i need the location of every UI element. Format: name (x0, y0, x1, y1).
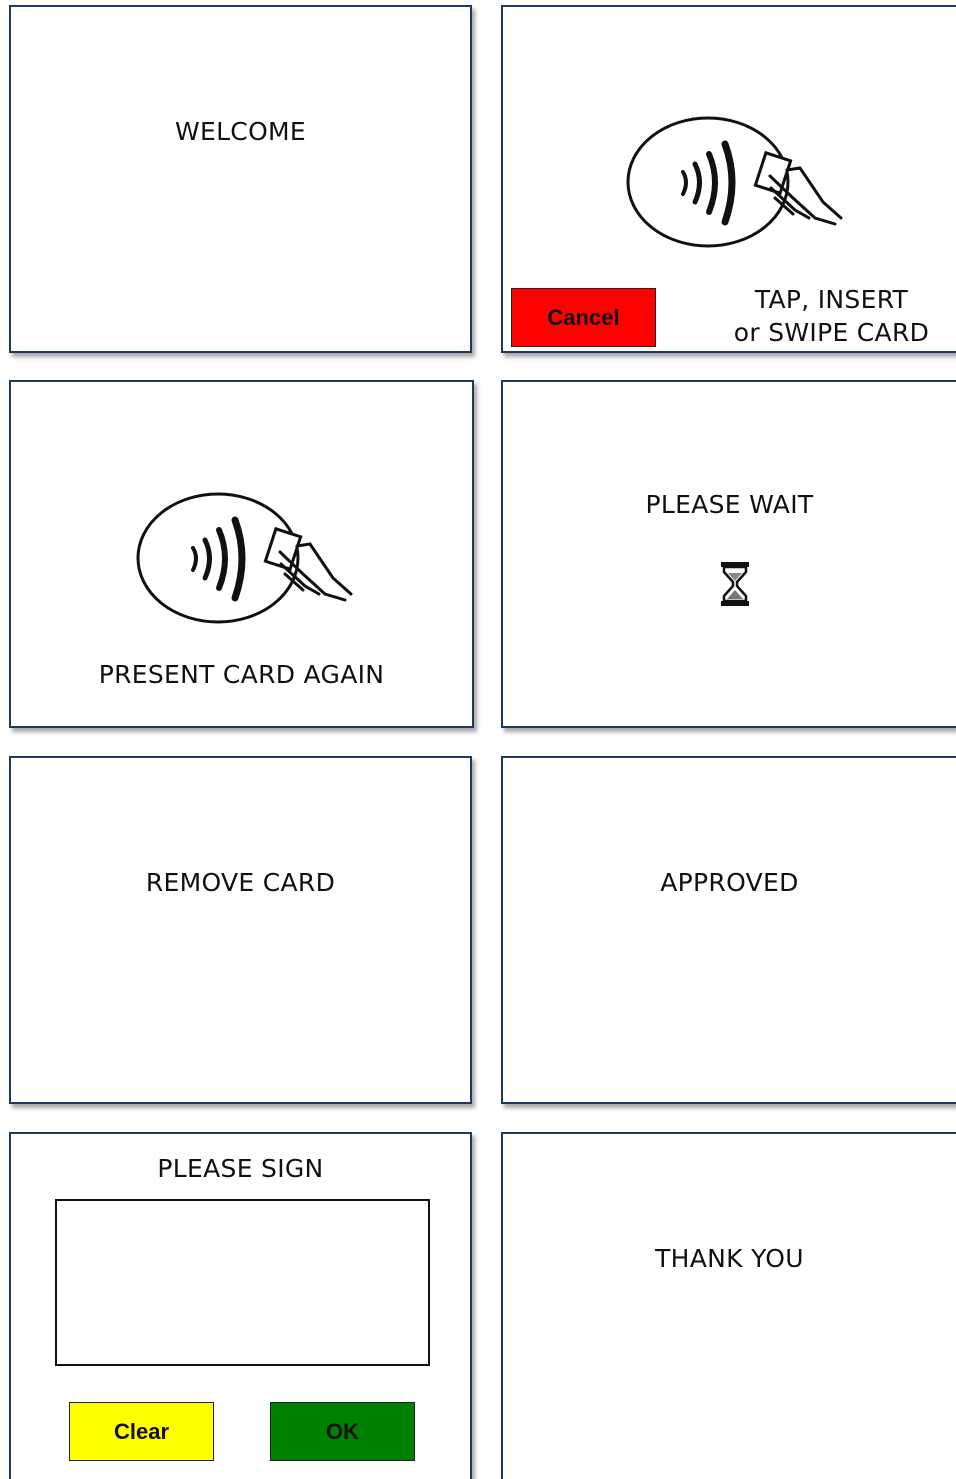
please-wait-screen: PLEASE WAIT (501, 380, 956, 728)
welcome-screen: WELCOME (9, 5, 472, 353)
ok-button[interactable]: OK (270, 1402, 415, 1461)
present-card-again-screen: PRESENT CARD AGAIN (9, 380, 474, 728)
clear-button[interactable]: Clear (69, 1402, 214, 1461)
remove-card-screen: REMOVE CARD (9, 756, 472, 1104)
tap-instruction-line1: TAP, INSERT (754, 285, 909, 314)
cancel-button[interactable]: Cancel (511, 288, 656, 347)
thank-you-screen: THANK YOU (501, 1132, 956, 1479)
signature-pad[interactable] (55, 1199, 430, 1366)
welcome-title: WELCOME (174, 117, 307, 146)
contactless-tap-icon (136, 492, 353, 624)
please-wait-title: PLEASE WAIT (645, 490, 814, 519)
present-card-again-title: PRESENT CARD AGAIN (98, 660, 385, 689)
approved-screen: APPROVED (501, 756, 956, 1104)
please-sign-screen: PLEASE SIGN Clear OK (9, 1132, 472, 1479)
tap-instruction-line2: or SWIPE CARD (733, 318, 930, 347)
tap-insert-swipe-screen: Cancel TAP, INSERT or SWIPE CARD (501, 5, 956, 353)
remove-card-title: REMOVE CARD (145, 868, 336, 897)
contactless-tap-icon (626, 116, 843, 248)
hourglass-icon (721, 562, 749, 606)
thank-you-title: THANK YOU (655, 1244, 804, 1273)
please-sign-title: PLEASE SIGN (157, 1154, 324, 1183)
approved-title: APPROVED (660, 868, 799, 897)
